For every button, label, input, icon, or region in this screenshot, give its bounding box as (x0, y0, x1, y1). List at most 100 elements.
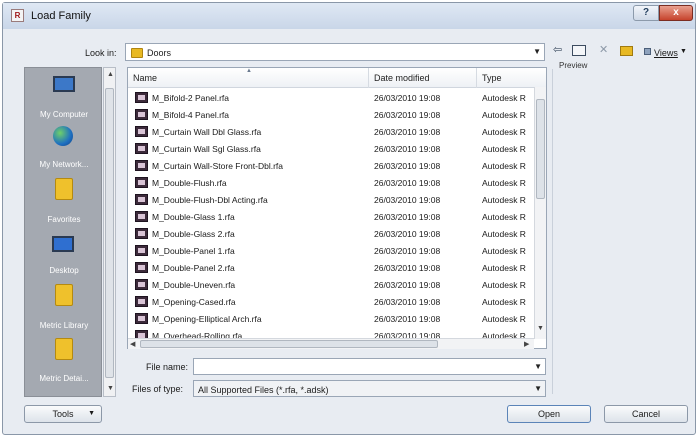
places-scroll-thumb[interactable] (105, 88, 114, 378)
scroll-right-icon[interactable]: ▶ (524, 340, 529, 348)
close-button[interactable]: x (659, 5, 693, 21)
look-in-value: Doors (147, 48, 172, 58)
file-list[interactable]: ▲ Name Date modified Type M_Bifold-2 Pan… (127, 67, 547, 349)
rfa-file-icon (135, 211, 148, 222)
column-date-modified[interactable]: Date modified (374, 73, 430, 83)
file-row[interactable]: M_Double-Panel 2.rfa 26/03/2010 19:08 Auto… (128, 259, 534, 276)
file-type-cell: Autodesk R (482, 195, 526, 205)
file-date-cell: 26/03/2010 19:08 (374, 93, 441, 103)
file-row[interactable]: M_Bifold-4 Panel.rfa 26/03/2010 19:08 Auto… (128, 106, 534, 123)
file-date-cell: 26/03/2010 19:08 (374, 110, 441, 120)
chevron-down-icon[interactable]: ▼ (534, 362, 542, 371)
place-label: My Computer (39, 110, 88, 119)
rfa-file-icon (135, 109, 148, 120)
column-name[interactable]: Name (133, 73, 157, 83)
file-row[interactable]: M_Opening-Cased.rfa 26/03/2010 19:08 Autod… (128, 293, 534, 310)
file-row[interactable]: M_Bifold-2 Panel.rfa 26/03/2010 19:08 Auto… (128, 89, 534, 106)
file-list-horizontal-scrollbar[interactable]: ◀ ▶ (128, 338, 534, 349)
file-type-cell: Autodesk R (482, 246, 526, 256)
rfa-file-icon (135, 177, 148, 188)
file-type-cell: Autodesk R (482, 161, 526, 171)
vertical-scroll-thumb[interactable] (536, 99, 545, 199)
rfa-file-icon (135, 245, 148, 256)
file-type-cell: Autodesk R (482, 314, 526, 324)
rfa-file-icon (135, 296, 148, 307)
file-date-cell: 26/03/2010 19:08 (374, 263, 441, 273)
files-of-type-select[interactable]: All Supported Files (*.rfa, *.adsk) ▼ (193, 380, 546, 397)
file-row[interactable]: M_Curtain Wall-Store Front-Dbl.rfa 26/03/… (128, 157, 534, 174)
file-type-cell: Autodesk R (482, 297, 526, 307)
file-row[interactable]: M_Double-Glass 2.rfa 26/03/2010 19:08 Auto… (128, 225, 534, 242)
window-title: Load Family (31, 10, 91, 22)
file-name-cell: M_Double-Panel 1.rfa (152, 246, 235, 256)
file-type-cell: Autodesk R (482, 280, 526, 290)
chevron-down-icon: ▼ (88, 410, 95, 417)
file-row[interactable]: M_Double-Flush-Dbl Acting.rfa 26/03/2010 … (128, 191, 534, 208)
column-type[interactable]: Type (482, 73, 502, 83)
rfa-file-icon (135, 160, 148, 171)
chevron-down-icon: ▼ (533, 47, 541, 56)
file-name-cell: M_Bifold-4 Panel.rfa (152, 110, 230, 120)
cancel-button[interactable]: Cancel (604, 405, 688, 423)
rfa-file-icon (135, 126, 148, 137)
chevron-down-icon[interactable]: ▼ (534, 384, 542, 393)
list-header: ▲ Name Date modified Type (128, 68, 546, 88)
scroll-left-icon[interactable]: ◀ (130, 340, 135, 348)
file-row[interactable]: M_Double-Uneven.rfa 26/03/2010 19:08 Autod… (128, 276, 534, 293)
file-row[interactable]: M_Double-Flush.rfa 26/03/2010 19:08 Autode… (128, 174, 534, 191)
network-globe-icon (53, 126, 73, 146)
file-date-cell: 26/03/2010 19:08 (374, 212, 441, 222)
file-row[interactable]: M_Double-Glass 1.rfa 26/03/2010 19:08 Auto… (128, 208, 534, 225)
views-menu[interactable]: Views (654, 48, 678, 58)
file-name-cell: M_Double-Uneven.rfa (152, 280, 236, 290)
delete-icon[interactable]: ✕ (599, 43, 608, 56)
new-folder-icon[interactable] (620, 46, 633, 56)
file-date-cell: 26/03/2010 19:08 (374, 127, 441, 137)
title-bar: R Load Family ? x (3, 3, 695, 29)
file-name-cell: M_Opening-Elliptical Arch.rfa (152, 314, 262, 324)
file-list-vertical-scrollbar[interactable]: ▼ (534, 87, 546, 339)
places-scrollbar[interactable]: ▲ ▼ (103, 67, 116, 397)
rfa-file-icon (135, 194, 148, 205)
file-row[interactable]: M_Curtain Wall Sgl Glass.rfa 26/03/2010 1… (128, 140, 534, 157)
folder-icon (131, 48, 143, 58)
file-name-cell: M_Opening-Cased.rfa (152, 297, 236, 307)
file-type-cell: Autodesk R (482, 178, 526, 188)
file-type-cell: Autodesk R (482, 127, 526, 137)
folder-icon (55, 284, 73, 306)
file-row[interactable]: M_Curtain Wall Dbl Glass.rfa 26/03/2010 1… (128, 123, 534, 140)
rfa-file-icon (135, 262, 148, 273)
horizontal-scroll-thumb[interactable] (140, 340, 438, 348)
help-button[interactable]: ? (633, 5, 659, 21)
views-chevron-icon[interactable]: ▼ (680, 48, 687, 55)
column-separator[interactable] (476, 68, 477, 88)
up-folder-icon[interactable] (572, 45, 586, 56)
open-button[interactable]: Open (507, 405, 591, 423)
file-name-cell: M_Bifold-2 Panel.rfa (152, 93, 230, 103)
rfa-file-icon (135, 279, 148, 290)
file-row[interactable]: M_Opening-Elliptical Arch.rfa 26/03/2010 … (128, 310, 534, 327)
file-name-cell: M_Double-Glass 1.rfa (152, 212, 235, 222)
file-name-cell: M_Double-Flush-Dbl Acting.rfa (152, 195, 268, 205)
favorites-folder-icon (55, 178, 73, 200)
file-row[interactable]: M_Double-Panel 1.rfa 26/03/2010 19:08 Auto… (128, 242, 534, 259)
scroll-down-icon[interactable]: ▼ (537, 325, 544, 332)
files-of-type-value: All Supported Files (*.rfa, *.adsk) (198, 385, 329, 395)
look-in-combo[interactable]: Doors ▼ (125, 43, 545, 61)
desktop-icon (52, 236, 74, 252)
scroll-up-icon[interactable]: ▲ (107, 71, 114, 78)
column-separator[interactable] (368, 68, 369, 88)
place-label: Metric Detai... (39, 374, 89, 383)
file-date-cell: 26/03/2010 19:08 (374, 297, 441, 307)
file-name-input[interactable]: ▼ (193, 358, 546, 375)
rfa-file-icon (135, 313, 148, 324)
scroll-down-icon[interactable]: ▼ (107, 385, 114, 392)
back-icon[interactable]: ⇦ (553, 43, 562, 56)
file-date-cell: 26/03/2010 19:08 (374, 161, 441, 171)
file-type-cell: Autodesk R (482, 212, 526, 222)
rfa-file-icon (135, 143, 148, 154)
tools-button[interactable]: Tools ▼ (24, 405, 102, 423)
computer-icon (53, 76, 75, 92)
file-date-cell: 26/03/2010 19:08 (374, 314, 441, 324)
revit-app-icon: R (11, 9, 24, 22)
